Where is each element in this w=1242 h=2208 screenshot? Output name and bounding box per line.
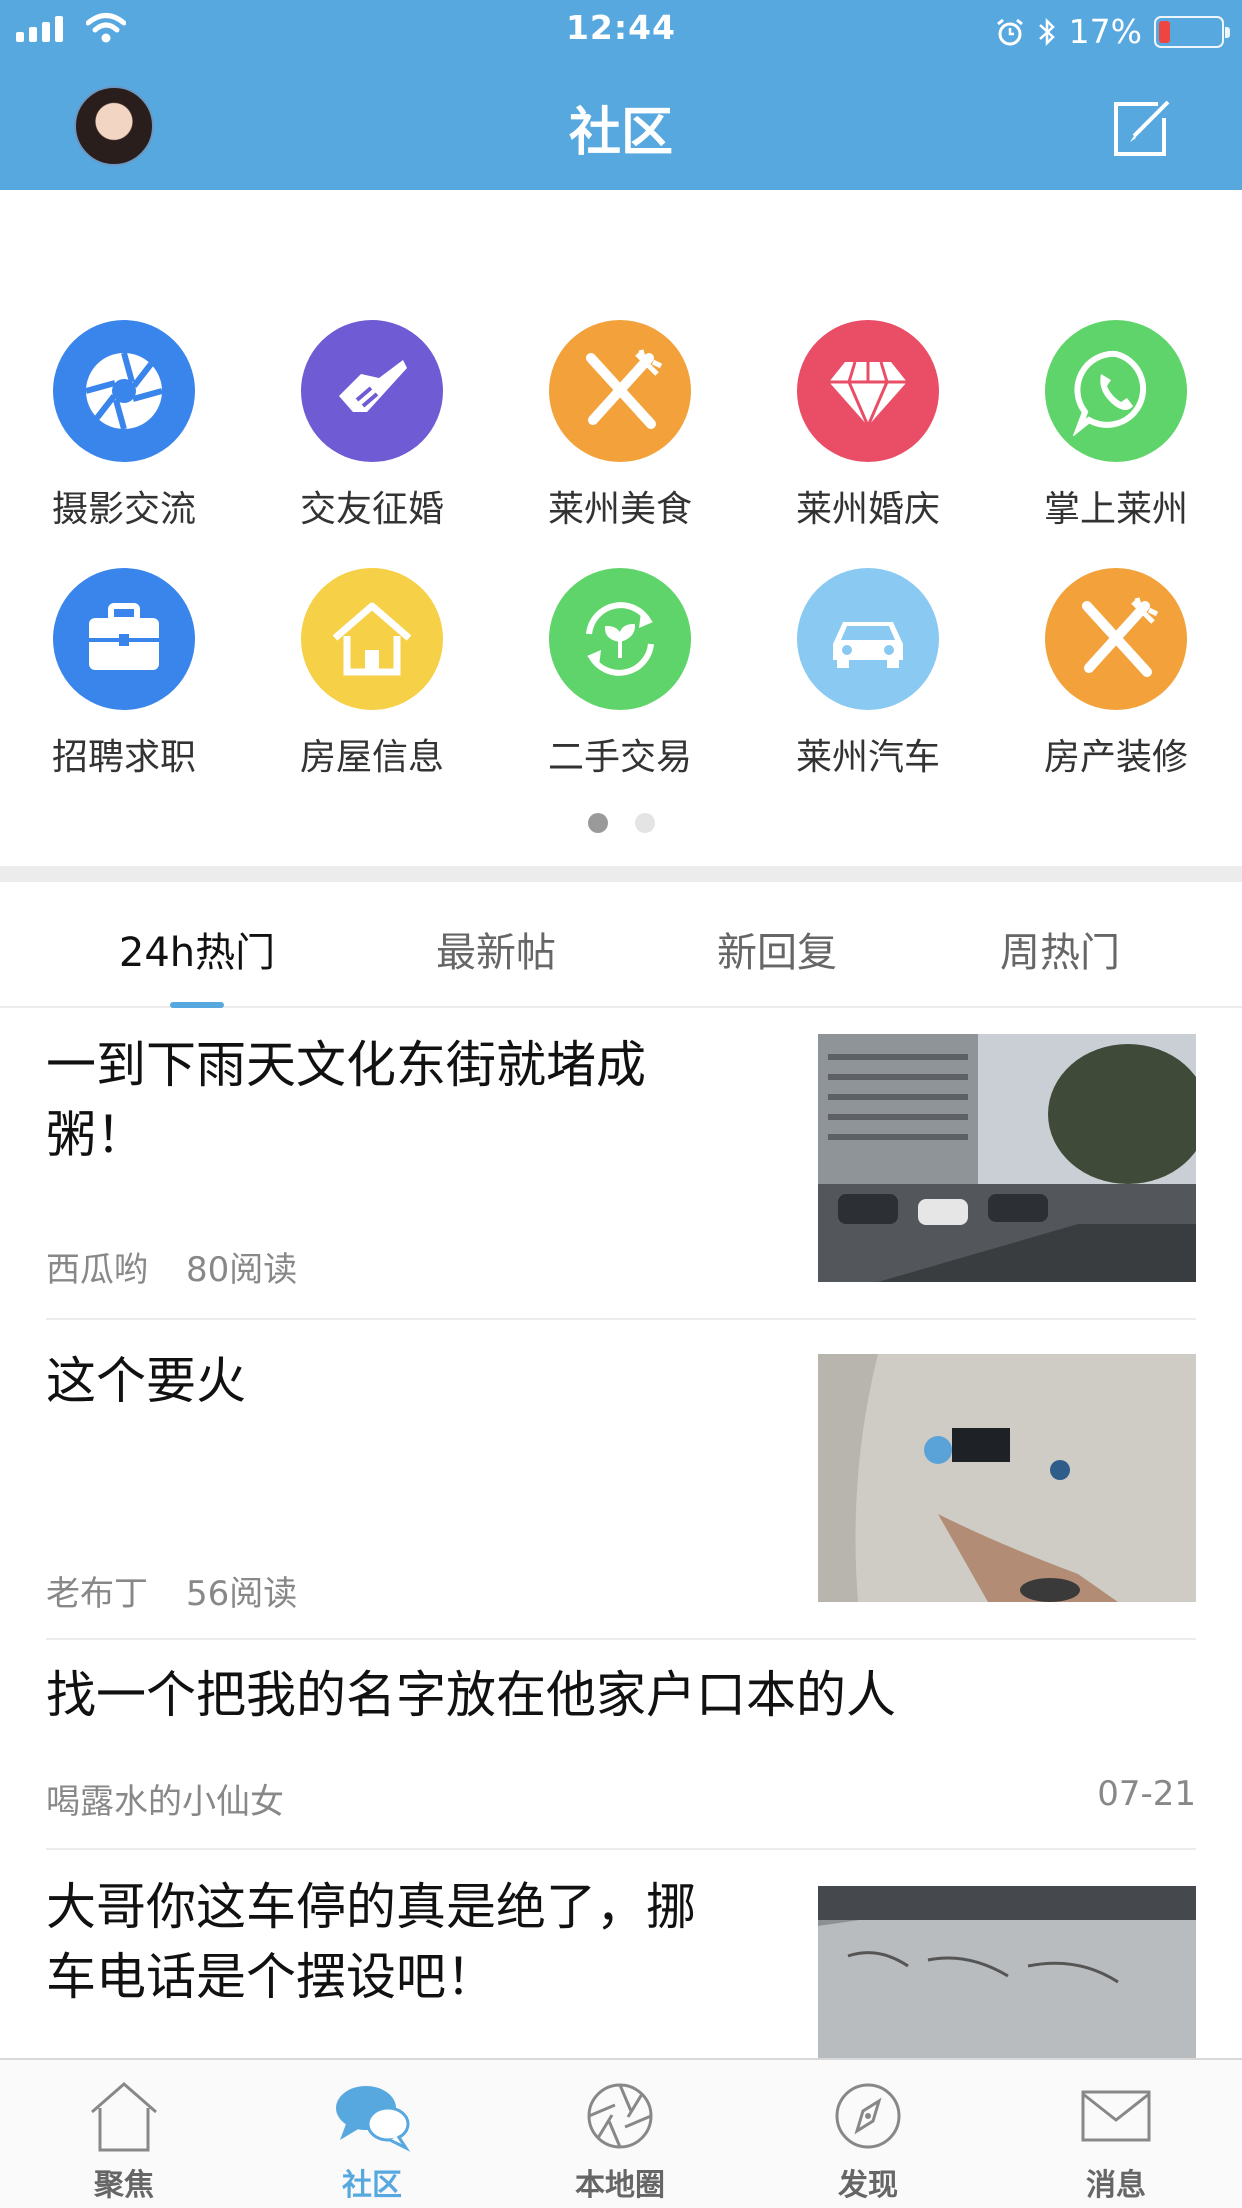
bottom-tab-bar: 聚焦 社区 本地圈 发现 消息 xyxy=(0,2058,1242,2208)
tab-24h-hot[interactable]: 24h热门 xyxy=(57,920,337,978)
chat-bubbles-icon xyxy=(336,2086,411,2152)
post-item[interactable]: 大哥你这车停的真是绝了，挪 车电话是个摆设吧！ xyxy=(46,1850,1196,2070)
camera-aperture-icon xyxy=(85,352,163,430)
post-date: 07-21 xyxy=(1097,1774,1196,1814)
aperture-icon xyxy=(587,2083,653,2149)
post-author: 老布丁 xyxy=(46,1574,148,1614)
fork-knife-icon xyxy=(1082,597,1159,677)
category-dating[interactable]: 交友征婚 xyxy=(272,320,472,532)
bluetooth-icon xyxy=(1038,17,1055,46)
category-housing[interactable]: 房屋信息 xyxy=(272,568,472,780)
category-renovation[interactable]: 房产装修 xyxy=(1016,568,1216,780)
tab-latest[interactable]: 最新帖 xyxy=(356,920,636,978)
alarm-icon xyxy=(996,18,1023,45)
post-title: 大哥你这车停的真是绝了，挪 车电话是个摆设吧！ xyxy=(46,1878,696,2006)
handshake-icon xyxy=(339,360,407,412)
page-dot[interactable] xyxy=(587,813,608,833)
fork-knife-icon xyxy=(586,349,663,429)
post-title: 一到下雨天文化东街就堵成 粥！ xyxy=(46,1036,646,1164)
tabbar-community[interactable]: 社区 xyxy=(272,2076,472,2204)
app-screen: 12:44 17% 社区 摄影交流 交友征婚 莱州美食 莱州婚庆 掌上莱州 招聘… xyxy=(0,0,1242,2208)
category-wedding[interactable]: 莱州婚庆 xyxy=(768,320,968,532)
tabbar-discover[interactable]: 发现 xyxy=(768,2076,968,2204)
post-item[interactable]: 这个要火 老布丁 56阅读 xyxy=(46,1320,1196,1640)
battery-icon xyxy=(1154,15,1230,48)
post-title: 找一个把我的名字放在他家户口本的人 xyxy=(46,1666,896,1724)
category-cars[interactable]: 莱州汽车 xyxy=(768,568,968,780)
tabbar-messages[interactable]: 消息 xyxy=(1016,2076,1216,2204)
post-item[interactable]: 一到下雨天文化东街就堵成 粥！ 西瓜哟 80阅读 xyxy=(46,1010,1196,1320)
category-food[interactable]: 莱州美食 xyxy=(520,320,720,532)
category-second-hand[interactable]: 二手交易 xyxy=(520,568,720,780)
car-icon xyxy=(833,622,903,668)
status-bar: 12:44 17% xyxy=(0,0,1242,60)
status-right: 17% xyxy=(995,12,1230,51)
recycle-leaf-icon xyxy=(586,602,654,676)
home-icon xyxy=(91,2082,157,2152)
page-title: 社区 xyxy=(568,103,673,163)
post-author: 西瓜哟 xyxy=(46,1250,148,1290)
post-reads: 56阅读 xyxy=(186,1574,298,1614)
compass-icon xyxy=(835,2083,901,2149)
whatsapp-phone-icon xyxy=(1072,350,1147,436)
briefcase-icon xyxy=(89,603,159,670)
compose-icon[interactable] xyxy=(1110,96,1174,160)
post-meta: 老布丁 56阅读 xyxy=(46,1566,335,1615)
tab-indicator xyxy=(170,1002,224,1008)
page-indicator xyxy=(0,813,1242,833)
post-thumbnail xyxy=(818,1034,1196,1282)
post-thumbnail xyxy=(818,1886,1196,2058)
post-thumbnail xyxy=(818,1354,1196,1602)
category-photography[interactable]: 摄影交流 xyxy=(24,320,224,532)
tabbar-focus[interactable]: 聚焦 xyxy=(24,2076,224,2204)
page-dot[interactable] xyxy=(634,813,655,833)
battery-percent: 17% xyxy=(1068,12,1142,51)
post-reads: 80阅读 xyxy=(186,1250,298,1290)
tab-new-replies[interactable]: 新回复 xyxy=(637,920,917,978)
envelope-icon xyxy=(1081,2090,1151,2142)
tabbar-local-circle[interactable]: 本地圈 xyxy=(520,2076,720,2204)
post-meta: 喝露水的小仙女 xyxy=(46,1774,322,1823)
post-title: 这个要火 xyxy=(46,1352,246,1410)
diamond-icon xyxy=(829,361,907,430)
feed-tabs: 24h热门 最新帖 新回复 周热门 xyxy=(0,882,1242,1008)
section-divider xyxy=(0,866,1242,882)
top-bar: 12:44 17% 社区 xyxy=(0,0,1242,190)
house-icon xyxy=(332,602,412,676)
category-mobile-laizhou[interactable]: 掌上莱州 xyxy=(1016,320,1216,532)
post-item[interactable]: 找一个把我的名字放在他家户口本的人 喝露水的小仙女 07-21 xyxy=(46,1640,1196,1850)
category-jobs[interactable]: 招聘求职 xyxy=(24,568,224,780)
post-meta: 西瓜哟 80阅读 xyxy=(46,1242,335,1291)
post-author: 喝露水的小仙女 xyxy=(46,1782,284,1822)
tab-weekly-hot[interactable]: 周热门 xyxy=(920,920,1200,978)
